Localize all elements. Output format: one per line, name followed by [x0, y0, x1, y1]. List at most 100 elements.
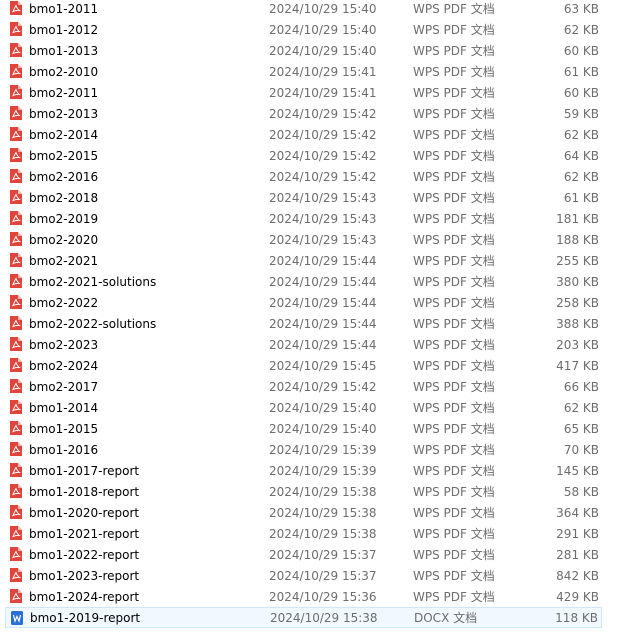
- file-size: 62 KB: [563, 169, 599, 184]
- file-name: bmo2-2017: [29, 379, 99, 394]
- file-type: WPS PDF 文档: [413, 296, 495, 310]
- file-row[interactable]: bmo1-2018-report 2024/10/29 15:38 WPS PDF …: [5, 481, 602, 502]
- file-name: bmo2-2020: [29, 232, 99, 247]
- file-type: WPS PDF 文档: [413, 527, 495, 541]
- file-size: 60 KB: [563, 85, 599, 100]
- file-type: WPS PDF 文档: [413, 485, 495, 499]
- file-name: bmo1-2018-report: [29, 484, 140, 499]
- file-row[interactable]: bmo2-2022 2024/10/29 15:44 WPS PDF 文档 258 K…: [5, 292, 602, 313]
- pdf-icon: [9, 189, 23, 205]
- file-name: bmo2-2024: [29, 358, 99, 373]
- modified-date: 2024/10/29 15:37: [269, 547, 377, 562]
- file-row[interactable]: bmo2-2023 2024/10/29 15:44 WPS PDF 文档 203 K…: [5, 334, 602, 355]
- file-row[interactable]: bmo2-2013 2024/10/29 15:42 WPS PDF 文档 59 KB: [5, 103, 602, 124]
- file-row[interactable]: bmo1-2011 2024/10/29 15:40 WPS PDF 文档 63 KB: [5, 0, 602, 19]
- file-type: WPS PDF 文档: [413, 317, 495, 331]
- file-type: WPS PDF 文档: [413, 359, 495, 373]
- file-name: bmo1-2024-report: [29, 589, 140, 604]
- file-size: 62 KB: [563, 127, 599, 142]
- pdf-icon: [9, 483, 23, 499]
- pdf-icon: [9, 504, 23, 520]
- file-type: WPS PDF 文档: [413, 338, 495, 352]
- modified-date: 2024/10/29 15:42: [269, 169, 377, 184]
- file-row[interactable]: bmo2-2021 2024/10/29 15:44 WPS PDF 文档 255 K…: [5, 250, 602, 271]
- pdf-icon: [9, 252, 23, 268]
- pdf-icon: [9, 0, 23, 16]
- pdf-icon: [9, 126, 23, 142]
- file-row[interactable]: bmo1-2013 2024/10/29 15:40 WPS PDF 文档 60 KB: [5, 40, 602, 61]
- pdf-icon: [9, 210, 23, 226]
- file-row[interactable]: bmo2-2011 2024/10/29 15:41 WPS PDF 文档 60 KB: [5, 82, 602, 103]
- modified-date: 2024/10/29 15:43: [269, 190, 377, 205]
- file-size: 429 KB: [556, 589, 599, 604]
- pdf-icon: [9, 399, 23, 415]
- file-name: bmo2-2022: [29, 295, 99, 310]
- file-row[interactable]: bmo2-2014 2024/10/29 15:42 WPS PDF 文档 62 KB: [5, 124, 602, 145]
- file-row[interactable]: bmo1-2017-report 2024/10/29 15:39 WPS PDF …: [5, 460, 602, 481]
- file-row[interactable]: bmo2-2018 2024/10/29 15:43 WPS PDF 文档 61 KB: [5, 187, 602, 208]
- modified-date: 2024/10/29 15:40: [269, 400, 377, 415]
- file-row[interactable]: bmo1-2012 2024/10/29 15:40 WPS PDF 文档 62 KB: [5, 19, 602, 40]
- pdf-icon: [9, 168, 23, 184]
- file-row[interactable]: bmo1-2023-report 2024/10/29 15:37 WPS PDF …: [5, 565, 602, 586]
- file-name: bmo1-2020-report: [29, 505, 140, 520]
- file-row[interactable]: bmo1-2014 2024/10/29 15:40 WPS PDF 文档 62 KB: [5, 397, 602, 418]
- file-name: bmo2-2023: [29, 337, 99, 352]
- pdf-icon: [9, 231, 23, 247]
- file-size: 203 KB: [556, 337, 599, 352]
- file-type: WPS PDF 文档: [413, 44, 495, 58]
- file-type: WPS PDF 文档: [413, 212, 495, 226]
- file-row[interactable]: bmo2-2017 2024/10/29 15:42 WPS PDF 文档 66 KB: [5, 376, 602, 397]
- modified-date: 2024/10/29 15:38: [269, 526, 377, 541]
- file-row[interactable]: bmo1-2020-report 2024/10/29 15:38 WPS PDF …: [5, 502, 602, 523]
- file-type: WPS PDF 文档: [413, 401, 495, 415]
- modified-date: 2024/10/29 15:39: [269, 463, 377, 478]
- file-name: bmo2-2010: [29, 64, 99, 79]
- file-size: 388 KB: [556, 316, 599, 331]
- pdf-icon: [9, 336, 23, 352]
- file-name: bmo2-2016: [29, 169, 99, 184]
- file-row[interactable]: bmo1-2019-report 2024/10/29 15:38 DOCX 文档 1…: [5, 607, 602, 628]
- file-type: WPS PDF 文档: [413, 506, 495, 520]
- file-size: 59 KB: [563, 106, 599, 121]
- file-row[interactable]: bmo1-2021-report 2024/10/29 15:38 WPS PDF …: [5, 523, 602, 544]
- file-row[interactable]: bmo2-2016 2024/10/29 15:42 WPS PDF 文档 62 KB: [5, 166, 602, 187]
- file-size: 380 KB: [556, 274, 599, 289]
- pdf-icon: [9, 84, 23, 100]
- file-name: bmo2-2015: [29, 148, 99, 163]
- file-size: 64 KB: [563, 148, 599, 163]
- modified-date: 2024/10/29 15:42: [269, 127, 377, 142]
- file-type: WPS PDF 文档: [413, 380, 495, 394]
- file-type: WPS PDF 文档: [413, 233, 495, 247]
- modified-date: 2024/10/29 15:44: [269, 337, 377, 352]
- file-row[interactable]: bmo2-2021-solutions 2024/10/29 15:44 WPS P…: [5, 271, 602, 292]
- file-name: bmo1-2012: [29, 22, 99, 37]
- modified-date: 2024/10/29 15:42: [269, 106, 377, 121]
- file-row[interactable]: bmo2-2022-solutions 2024/10/29 15:44 WPS P…: [5, 313, 602, 334]
- modified-date: 2024/10/29 15:43: [269, 232, 377, 247]
- file-row[interactable]: bmo2-2019 2024/10/29 15:43 WPS PDF 文档 181 K…: [5, 208, 602, 229]
- file-row[interactable]: bmo1-2024-report 2024/10/29 15:36 WPS PDF …: [5, 586, 602, 607]
- file-row[interactable]: bmo2-2015 2024/10/29 15:42 WPS PDF 文档 64 KB: [5, 145, 602, 166]
- file-name: bmo1-2021-report: [29, 526, 140, 541]
- pdf-icon: [9, 315, 23, 331]
- file-name: bmo2-2011: [29, 85, 99, 100]
- file-type: WPS PDF 文档: [413, 191, 495, 205]
- file-row[interactable]: bmo1-2015 2024/10/29 15:40 WPS PDF 文档 65 KB: [5, 418, 602, 439]
- modified-date: 2024/10/29 15:38: [269, 505, 377, 520]
- file-row[interactable]: bmo2-2020 2024/10/29 15:43 WPS PDF 文档 188 K…: [5, 229, 602, 250]
- file-type: WPS PDF 文档: [413, 590, 495, 604]
- modified-date: 2024/10/29 15:38: [270, 610, 378, 625]
- file-name: bmo1-2011: [29, 1, 99, 16]
- file-size: 188 KB: [556, 232, 599, 247]
- modified-date: 2024/10/29 15:37: [269, 568, 377, 583]
- file-row[interactable]: bmo2-2024 2024/10/29 15:45 WPS PDF 文档 417 K…: [5, 355, 602, 376]
- modified-date: 2024/10/29 15:40: [269, 22, 377, 37]
- file-row[interactable]: bmo1-2016 2024/10/29 15:39 WPS PDF 文档 70 KB: [5, 439, 602, 460]
- file-size: 65 KB: [563, 421, 599, 436]
- modified-date: 2024/10/29 15:41: [269, 64, 377, 79]
- modified-date: 2024/10/29 15:42: [269, 148, 377, 163]
- file-row[interactable]: bmo2-2010 2024/10/29 15:41 WPS PDF 文档 61 KB: [5, 61, 602, 82]
- file-name: bmo1-2019-report: [30, 610, 141, 625]
- file-row[interactable]: bmo1-2022-report 2024/10/29 15:37 WPS PDF …: [5, 544, 602, 565]
